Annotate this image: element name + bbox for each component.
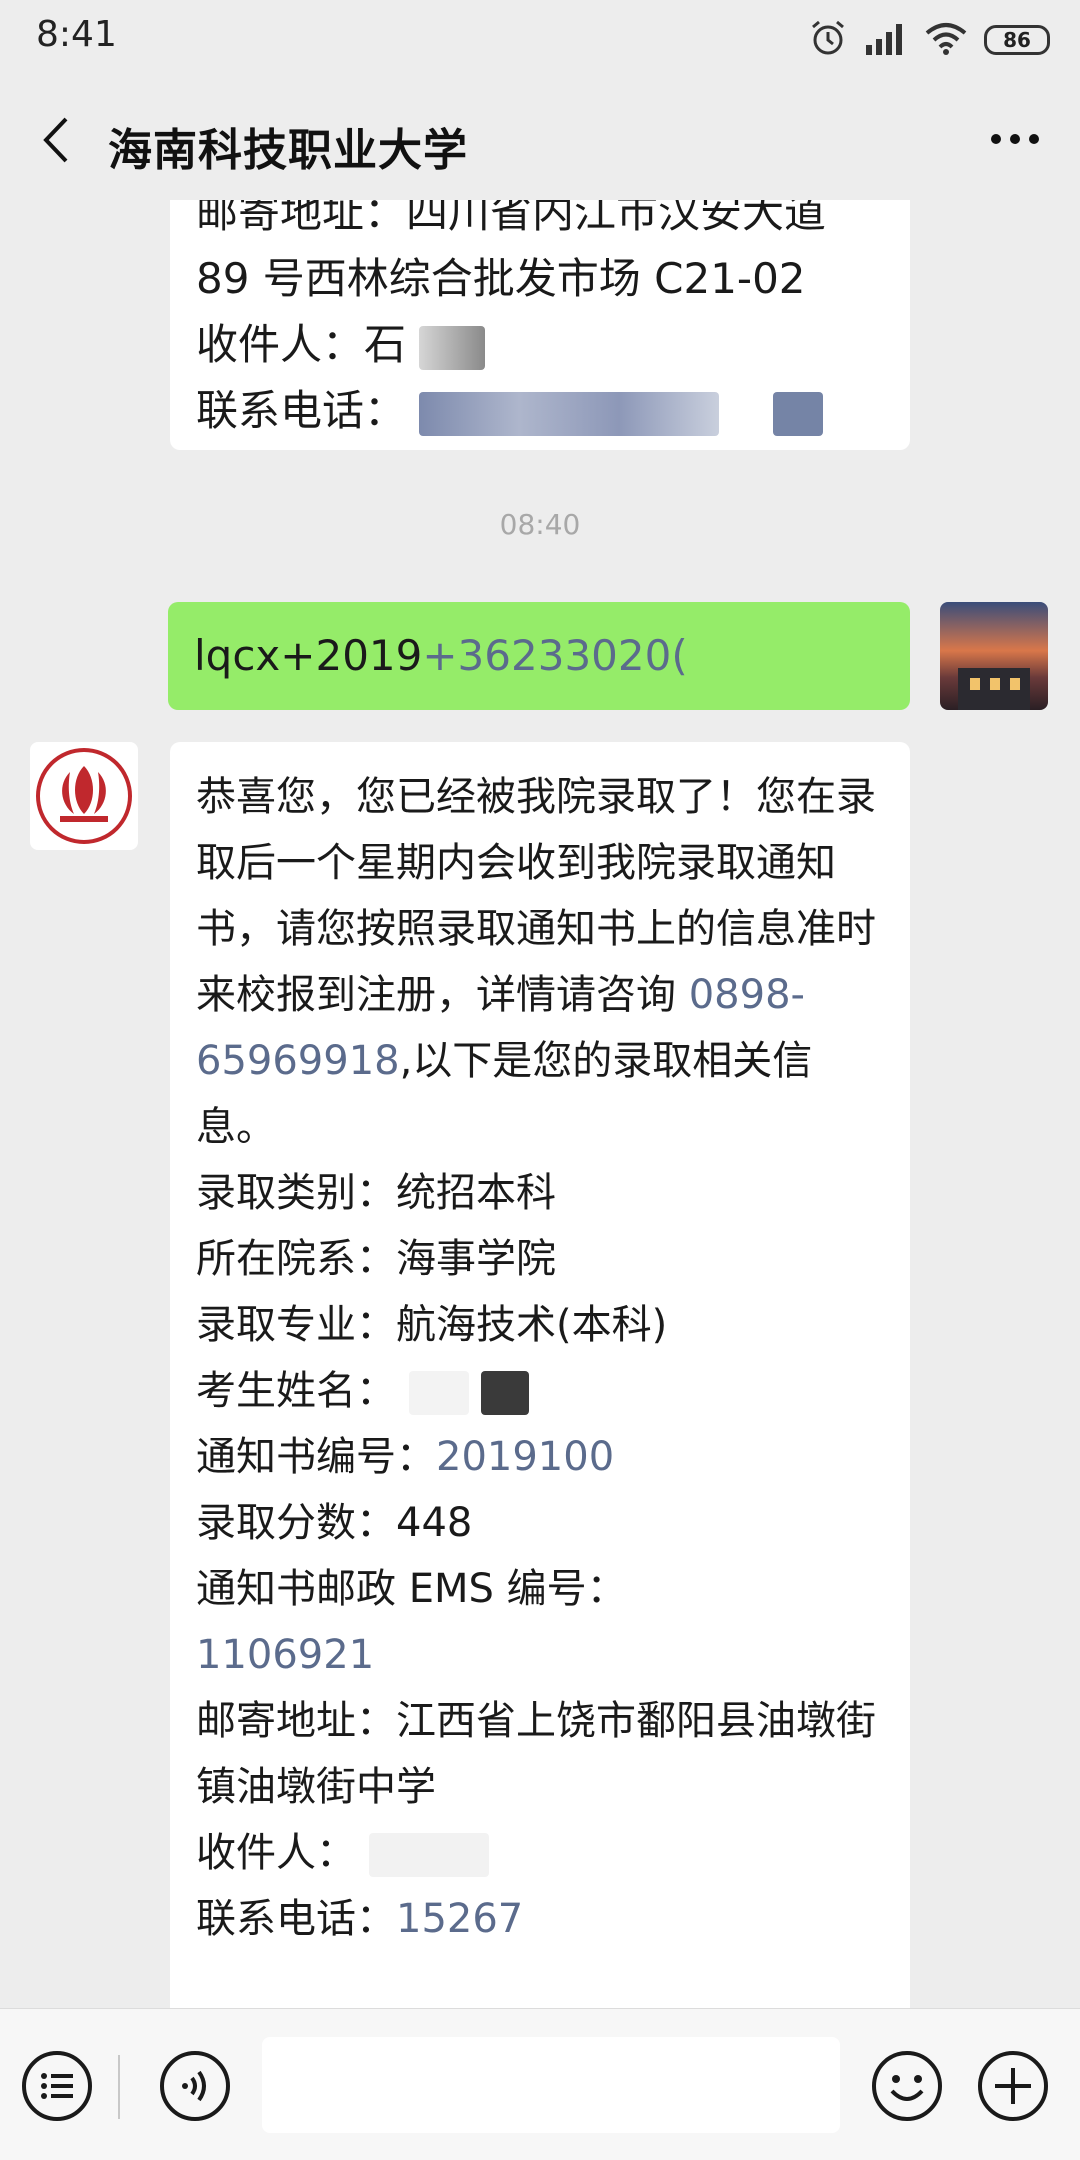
plus-button[interactable] <box>976 2049 1050 2123</box>
battery-indicator: 86 <box>984 25 1050 55</box>
message-timestamp: 08:40 <box>499 508 581 541</box>
sent-link[interactable]: +36233020( <box>422 631 687 680</box>
admission-intro: 恭喜您，您已经被我院录取了！您在录取后一个星期内会收到我院录取通知书，请您按照录… <box>196 774 876 1150</box>
status-time: 8:41 <box>36 14 117 55</box>
message-list[interactable]: 邮寄地址：四川省内江市汉安大道 89 号西林综合批发市场 C21-02 收件人：… <box>0 200 1080 2008</box>
message-line: 邮寄地址：四川省内江市汉安大道 <box>196 200 827 237</box>
school-avatar[interactable] <box>30 742 138 850</box>
school-logo-icon <box>36 748 132 844</box>
user-avatar[interactable] <box>940 602 1048 710</box>
alarm-icon <box>808 18 848 62</box>
status-bar: 8:41 86 <box>0 0 1080 80</box>
redacted-block <box>368 1833 489 1877</box>
redacted-block <box>408 1371 469 1415</box>
redacted-block <box>481 1371 530 1415</box>
chat-title: 海南科技职业大学 <box>108 125 468 176</box>
input-divider <box>118 2055 120 2119</box>
phone-row: 联系电话：15267 <box>196 1896 524 1942</box>
sent-message-bubble[interactable]: lqcx+2019+36233020( <box>168 602 910 710</box>
chat-header: 海南科技职业大学 <box>0 80 1080 200</box>
wifi-icon <box>924 21 968 59</box>
plus-icon <box>978 2051 1048 2121</box>
address-row: 邮寄地址：江西省上饶市鄱阳县油墩街镇油墩街中学 <box>196 1698 876 1810</box>
message-line: 联系电话： <box>196 378 884 444</box>
message-line: 89 号西林综合批发市场 C21-02 <box>196 254 806 303</box>
phone-label: 联系电话： <box>196 386 407 435</box>
major-row: 录取专业：航海技术(本科) <box>196 1302 668 1348</box>
notice-number-link[interactable]: 2019100 <box>436 1434 614 1480</box>
chat-screen: 8:41 86 海南科技职业大学 邮寄地址：四川省内江市汉安大道 89 号西林综… <box>0 0 1080 2160</box>
redacted-block <box>419 325 486 370</box>
received-message-bubble[interactable]: 邮寄地址：四川省内江市汉安大道 89 号西林综合批发市场 C21-02 收件人：… <box>170 200 910 450</box>
redacted-block <box>772 391 823 436</box>
notice-number-row: 通知书编号：2019100 <box>196 1434 615 1480</box>
voice-button[interactable] <box>158 2049 232 2123</box>
department-row: 所在院系：海事学院 <box>196 1236 556 1282</box>
emoji-icon <box>872 2051 942 2121</box>
message-line: 收件人：石 <box>196 312 884 378</box>
voice-icon <box>160 2051 230 2121</box>
received-message-bubble[interactable]: 恭喜您，您已经被我院录取了！您在录取后一个星期内会收到我院录取通知书，请您按照录… <box>170 742 910 2008</box>
category-row: 录取类别：统招本科 <box>196 1170 556 1216</box>
redacted-block <box>419 391 720 436</box>
more-button[interactable] <box>980 106 1050 172</box>
sent-text: lqcx+2019 <box>194 631 423 680</box>
ems-number-row: 1106921 <box>196 1622 884 1688</box>
score-row: 录取分数：448 <box>196 1500 473 1546</box>
back-button[interactable] <box>22 100 88 180</box>
ems-label-row: 通知书邮政 EMS 编号： <box>196 1566 627 1612</box>
message-input[interactable] <box>262 2037 840 2133</box>
recipient-row: 收件人： <box>196 1820 884 1886</box>
back-arrow-icon <box>43 117 68 163</box>
menu-button[interactable] <box>20 2049 94 2123</box>
ems-number-link[interactable]: 1106921 <box>196 1632 374 1678</box>
name-row: 考生姓名： <box>196 1358 884 1424</box>
recipient-label: 收件人：石 <box>196 320 407 369</box>
chat-input-bar <box>0 2008 1080 2160</box>
more-icon <box>991 134 1039 144</box>
list-icon <box>22 2051 92 2121</box>
signal-icon <box>864 21 908 59</box>
emoji-button[interactable] <box>870 2049 944 2123</box>
recipient-phone-link[interactable]: 15267 <box>396 1896 523 1942</box>
status-icons: 86 <box>808 18 1050 62</box>
